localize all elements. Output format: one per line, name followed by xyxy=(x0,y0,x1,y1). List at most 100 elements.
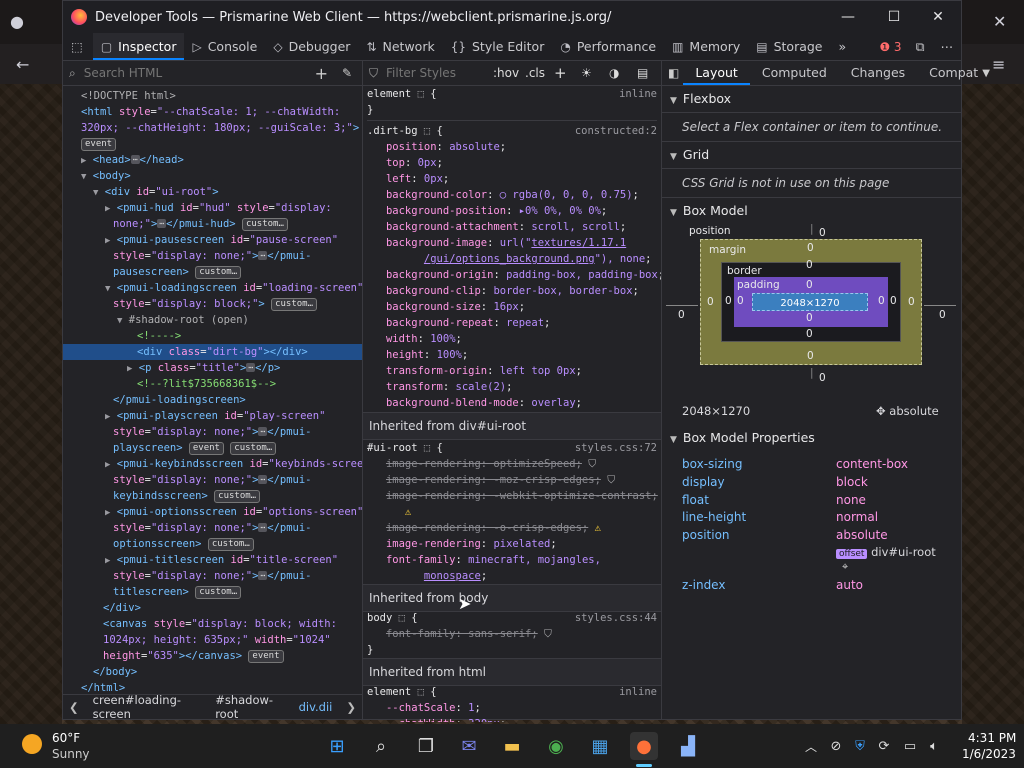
box-prop-row[interactable]: position absolute xyxy=(682,528,888,542)
search-icon[interactable]: ⌕ xyxy=(367,732,395,760)
markup-line[interactable]: ▼ #shadow-root (open) xyxy=(63,312,362,329)
tray-chevron-icon[interactable]: ︿ xyxy=(797,732,825,760)
grid-accordion[interactable]: ▼ Grid xyxy=(662,142,961,169)
markup-line[interactable]: ▶ <head> ⋯ </head> xyxy=(63,152,362,169)
markup-line[interactable]: </body> xyxy=(63,664,362,680)
markup-line[interactable]: ▶ <pmui-keybindsscreen id="keybinds-scre… xyxy=(63,456,362,473)
markup-line[interactable]: ▶ <pmui-optionsscreen id="options-screen… xyxy=(63,504,362,521)
margin-right[interactable]: 0 xyxy=(908,296,915,308)
markup-line[interactable]: <canvas style="display: block; width: xyxy=(63,616,362,632)
store-icon[interactable]: ▦ xyxy=(586,732,614,760)
markup-line[interactable]: height="635"></canvas> event xyxy=(63,648,362,664)
padding-box[interactable]: padding 0 0 0 0 2048×1270 xyxy=(734,277,888,327)
offset-parent[interactable]: offset div#ui-root xyxy=(836,545,936,559)
position-left[interactable]: 0 xyxy=(678,309,685,321)
filter-styles-input[interactable] xyxy=(384,65,489,81)
border-right[interactable]: 0 xyxy=(890,295,897,307)
tab-debugger[interactable]: ◇ Debugger xyxy=(265,33,358,60)
firefox-taskbar-icon[interactable]: ● xyxy=(630,732,658,760)
rule-source[interactable]: styles.css:44 xyxy=(575,610,657,626)
markup-line-selected[interactable]: <div class="dirt-bg"></div> xyxy=(63,344,362,360)
tab-storage[interactable]: ▤ Storage xyxy=(748,33,830,60)
box-prop-row[interactable]: display block xyxy=(682,475,868,489)
box-model-accordion[interactable]: ▼ Box Model xyxy=(662,198,961,224)
markup-line[interactable]: ▼ <div id="ui-root"> xyxy=(63,184,362,201)
markup-line[interactable]: ▶ <pmui-playscreen id="play-screen" xyxy=(63,408,362,425)
windows-start-icon[interactable]: ⊞ xyxy=(323,732,351,760)
tab-layout[interactable]: Layout xyxy=(683,61,750,85)
file-explorer-icon[interactable]: ▬ xyxy=(498,732,526,760)
box-prop-row[interactable]: float none xyxy=(682,493,866,507)
markup-line[interactable]: <!DOCTYPE html> xyxy=(63,88,362,104)
tab-memory[interactable]: ▥ Memory xyxy=(664,33,748,60)
rule-ui-root[interactable]: #ui-root ⬚ {styles.css:72 image-renderin… xyxy=(367,440,658,600)
markup-line[interactable]: keybindsscreen> custom… xyxy=(63,488,362,504)
margin-bottom[interactable]: 0 xyxy=(807,350,814,362)
box-prop-row[interactable]: line-height normal xyxy=(682,510,878,524)
rule-html-element[interactable]: element ⬚ {inline --chatScale: 1; --chat… xyxy=(367,684,657,722)
markup-line[interactable]: <!----> xyxy=(63,328,362,344)
tab-compat[interactable]: Compat xyxy=(917,61,982,85)
close-button[interactable]: ✕ xyxy=(915,1,961,33)
options-menu-icon[interactable]: ⋯ xyxy=(933,33,962,60)
maximize-button[interactable]: ☐ xyxy=(871,1,917,33)
tab-network[interactable]: ⇅ Network xyxy=(358,33,442,60)
markup-line[interactable]: style="display: none;"> ⋯ </pmui- xyxy=(63,248,362,264)
markup-line[interactable]: </pmui-loadingscreen> xyxy=(63,392,362,408)
markup-line[interactable]: optionsscreen> custom… xyxy=(63,536,362,552)
clock-time[interactable]: 4:31 PM xyxy=(968,731,1016,745)
tab-changes[interactable]: Changes xyxy=(839,61,917,85)
markup-line[interactable]: </div> xyxy=(63,600,362,616)
position-top[interactable]: 0 xyxy=(819,227,826,239)
border-top[interactable]: 0 xyxy=(806,259,813,271)
border-left[interactable]: 0 xyxy=(725,295,732,307)
tab-console[interactable]: ▷ Console xyxy=(184,33,265,60)
markup-line[interactable]: playscreen> event custom… xyxy=(63,440,362,456)
breadcrumb-item[interactable]: div.dii xyxy=(299,700,333,714)
sync-icon[interactable]: ⟳ xyxy=(870,732,898,760)
position-bottom[interactable]: 0 xyxy=(819,372,826,384)
browser-back-icon[interactable]: ← xyxy=(16,55,29,74)
dark-scheme-icon[interactable]: ◑ xyxy=(609,66,619,80)
rule-dirt-bg[interactable]: .dirt-bg ⬚ {constructed:2 position: abso… xyxy=(367,120,661,427)
breadcrumb-item[interactable]: creen#loading-screen xyxy=(93,693,202,721)
breadcrumb-prev-icon[interactable]: ❮ xyxy=(69,700,79,714)
border-box[interactable]: border 0 0 0 0 padding 0 0 0 0 2048×1270 xyxy=(721,259,901,342)
target-icon[interactable]: ⌖ xyxy=(842,560,848,574)
move-icon[interactable]: ✥ xyxy=(876,404,886,418)
print-media-icon[interactable]: ▤ xyxy=(637,66,648,80)
browser-firefox-icon[interactable]: ● xyxy=(10,12,24,31)
minimize-button[interactable]: — xyxy=(825,1,871,33)
dock-icon[interactable]: ⧉ xyxy=(908,33,933,60)
search-html-input[interactable] xyxy=(81,65,286,81)
box-prop-row[interactable]: z-index auto xyxy=(682,578,863,592)
box-model-properties-accordion[interactable]: ▼ Box Model Properties xyxy=(662,425,961,451)
margin-left[interactable]: 0 xyxy=(707,296,714,308)
markup-line[interactable]: pausescreen> custom… xyxy=(63,264,362,280)
markup-line[interactable]: <!--?lit$735668361$--> xyxy=(63,376,362,392)
margin-box[interactable]: margin 0 0 0 0 border 0 0 0 0 padding 0 … xyxy=(700,239,922,365)
element-picker-icon[interactable]: ⬚ xyxy=(63,33,93,60)
browser-menu-icon[interactable]: ≡ xyxy=(992,55,1005,74)
box-prop-row[interactable]: box-sizing content-box xyxy=(682,457,908,471)
weather-temp[interactable]: 60°F xyxy=(52,731,80,745)
rule-source[interactable]: constructed:2 xyxy=(575,123,657,139)
rule-source[interactable]: styles.css:72 xyxy=(575,440,657,456)
tab-inspector[interactable]: ▢ Inspector xyxy=(92,33,185,60)
browser-close-icon[interactable]: ✕ xyxy=(993,12,1006,31)
position-right[interactable]: 0 xyxy=(939,309,946,321)
markup-line[interactable]: style="display: none;"> ⋯ </pmui- xyxy=(63,424,362,440)
rule-source[interactable]: inline xyxy=(619,86,657,102)
add-rule-icon[interactable]: + xyxy=(554,64,567,82)
markup-line[interactable]: ▶ <pmui-hud id="hud" style="display: xyxy=(63,200,362,217)
markup-line[interactable]: ▼ <pmui-loadingscreen id="loading-screen… xyxy=(63,280,362,297)
markup-line[interactable]: style="display: block;"> custom… xyxy=(63,296,362,312)
tab-computed[interactable]: Computed xyxy=(750,61,839,85)
error-badge[interactable]: ❶ 3 xyxy=(879,40,901,54)
rule-body[interactable]: body ⬚ {styles.css:44 font-family: sans-… xyxy=(367,610,657,658)
breadcrumb-item[interactable]: #shadow-root xyxy=(215,693,284,721)
event-badge[interactable]: event xyxy=(81,138,117,151)
breadcrumb-next-icon[interactable]: ❯ xyxy=(346,700,356,714)
chat-icon[interactable]: ✉ xyxy=(455,732,483,760)
eyedropper-icon[interactable]: ✎ xyxy=(342,66,352,80)
